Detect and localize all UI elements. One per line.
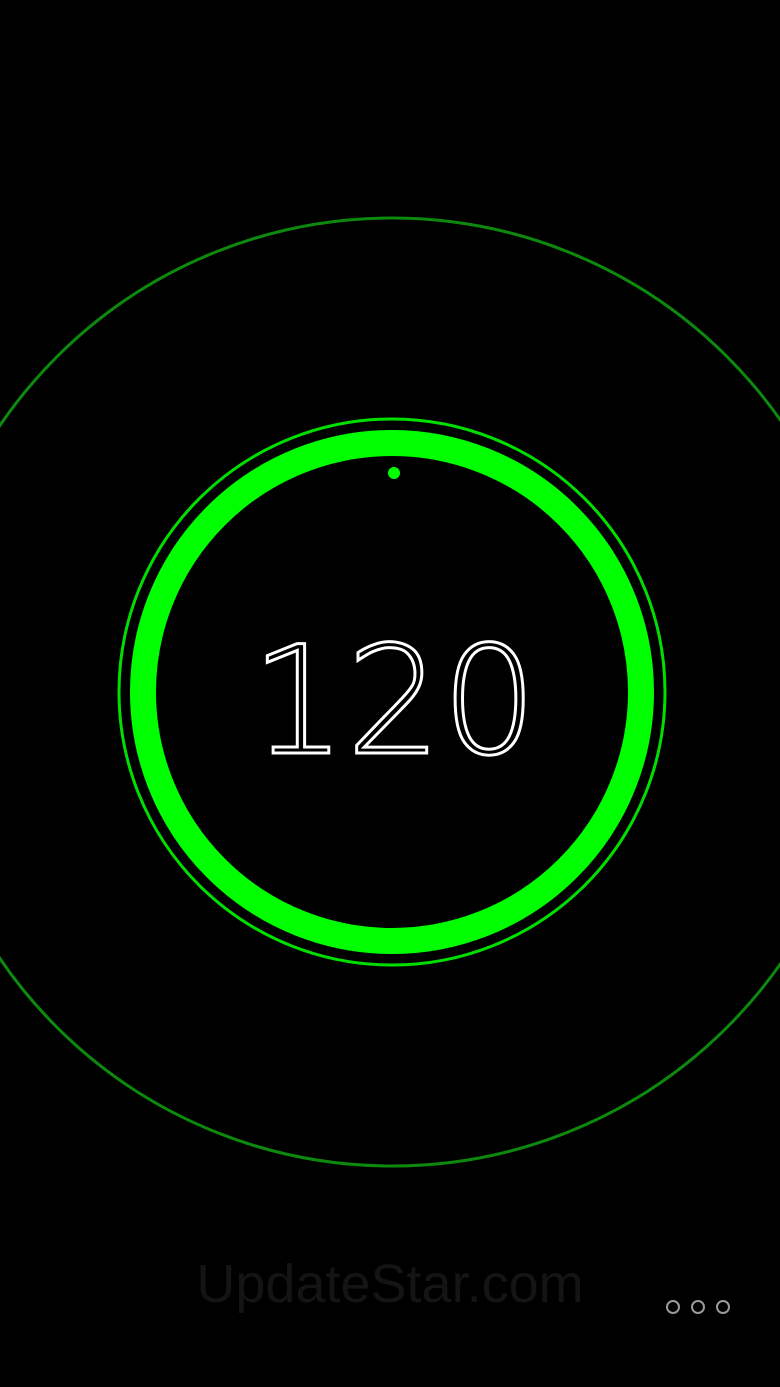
more-dots-icon xyxy=(691,1300,705,1314)
metronome-screen: 120 UpdateStar.com xyxy=(0,0,780,1387)
tempo-value-wrapper: 120 xyxy=(249,614,538,791)
watermark: UpdateStar.com xyxy=(196,1254,584,1314)
more-dots-icon xyxy=(666,1300,680,1314)
more-dots-icon xyxy=(716,1300,730,1314)
more-options-button[interactable] xyxy=(666,1292,730,1322)
tempo-value[interactable]: 120 xyxy=(249,614,538,791)
